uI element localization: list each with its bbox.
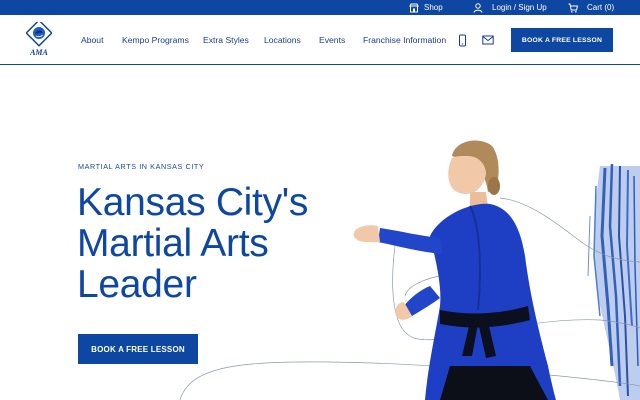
- book-free-lesson-hero-button[interactable]: BOOK A FREE LESSON: [78, 334, 198, 364]
- logo-text: AMA: [29, 48, 48, 57]
- nav-locations[interactable]: Locations: [264, 35, 301, 45]
- cart-link[interactable]: Cart (0): [568, 0, 614, 15]
- login-label: Login / Sign Up: [492, 3, 547, 12]
- user-icon: [473, 2, 483, 13]
- nav-franchise-information[interactable]: Franchise Information: [363, 35, 446, 45]
- site-logo[interactable]: AMA: [25, 19, 53, 58]
- hero-section: MARTIAL ARTS IN KANSAS CITY Kansas City'…: [0, 66, 640, 400]
- hero-headline: Kansas City's Martial Arts Leader: [77, 182, 337, 305]
- headline-line-3: Leader: [77, 263, 197, 306]
- book-free-lesson-header-button[interactable]: BOOK A FREE LESSON: [511, 28, 613, 52]
- store-icon: [409, 3, 419, 12]
- hero-eyebrow: MARTIAL ARTS IN KANSAS CITY: [78, 162, 205, 171]
- shop-link[interactable]: Shop: [409, 0, 443, 15]
- mail-icon[interactable]: [482, 35, 494, 45]
- headline-line-2: Martial Arts: [77, 222, 269, 265]
- main-header: AMA About Kempo Programs Extra Styles Lo…: [0, 15, 640, 65]
- phone-icon[interactable]: [458, 34, 467, 47]
- brush-stroke-decoration: [587, 163, 640, 400]
- shop-label: Shop: [424, 3, 443, 12]
- martial-artist-photo: [353, 140, 556, 400]
- nav-extra-styles[interactable]: Extra Styles: [203, 35, 249, 45]
- nav-about[interactable]: About: [81, 35, 103, 45]
- nav-kempo-programs[interactable]: Kempo Programs: [122, 35, 189, 45]
- nav-events[interactable]: Events: [319, 35, 345, 45]
- headline-line-1: Kansas City's: [77, 181, 309, 224]
- cart-icon: [568, 3, 578, 13]
- login-link[interactable]: Login / Sign Up: [473, 0, 547, 15]
- logo-emblem-icon: AMA: [25, 19, 53, 57]
- utility-bar: Shop Login / Sign Up Cart (0): [0, 0, 640, 15]
- cart-label: Cart (0): [587, 3, 615, 12]
